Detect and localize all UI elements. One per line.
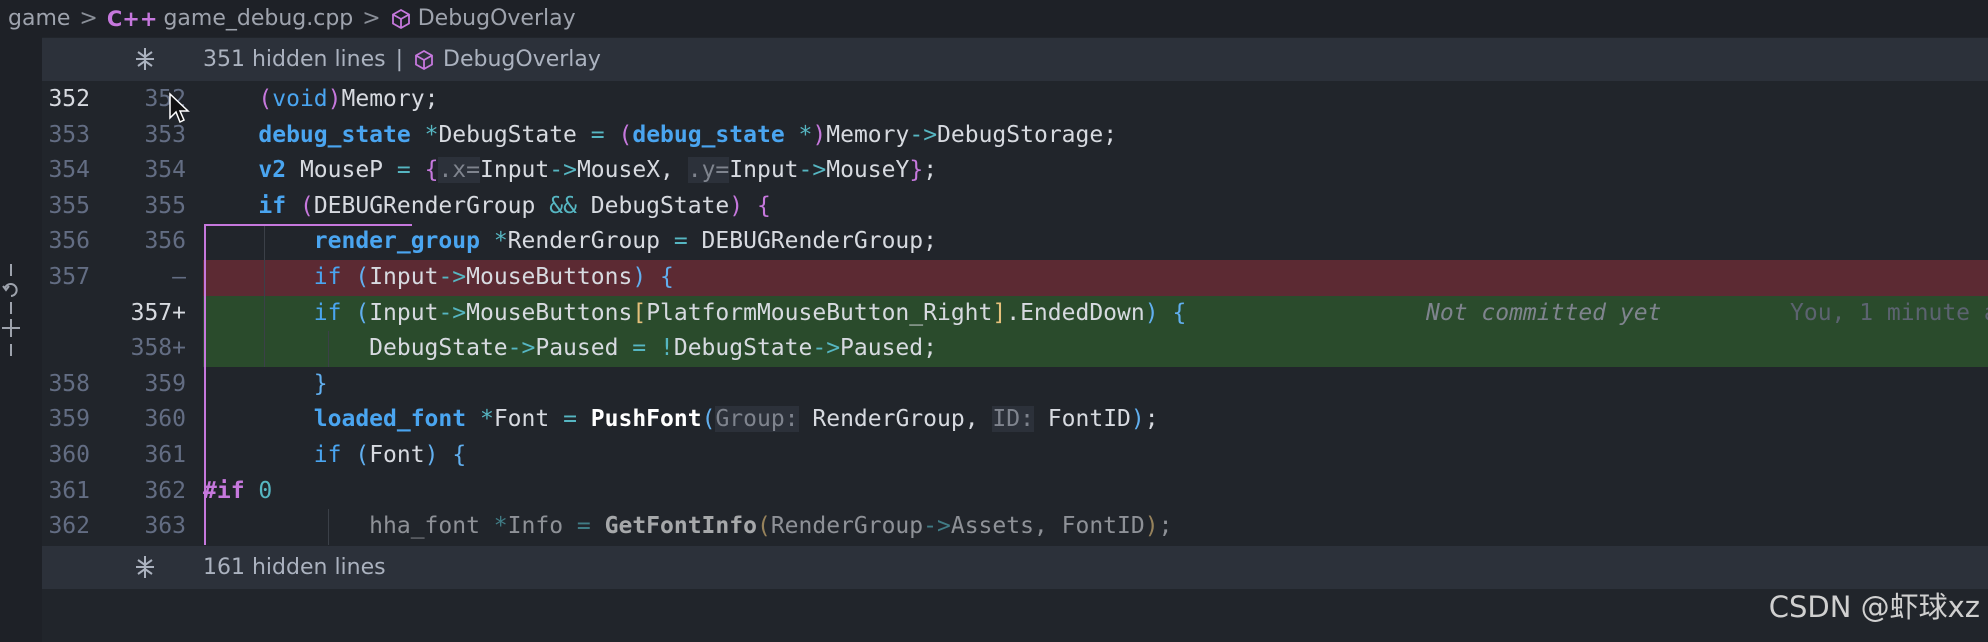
scope-highlight-bar xyxy=(204,224,206,545)
old-line-number: 356 xyxy=(48,228,90,255)
scope-highlight-bracket xyxy=(204,224,412,226)
code-line[interactable]: 353 353 debug_state *DebugState = (debug… xyxy=(42,118,1988,154)
code-line[interactable]: 356 356 render_group *RenderGroup = DEBU… xyxy=(42,224,1988,260)
added-line[interactable]: 357+ if (Input->MouseButtons[PlatformMou… xyxy=(42,295,1988,332)
code-text: DebugState->Paused = !DebugState->Paused… xyxy=(203,335,937,362)
new-line-number: 358+ xyxy=(130,335,186,362)
old-line-number: 354 xyxy=(48,157,90,184)
old-line-number: 353 xyxy=(48,121,90,148)
git-blame-status: Not committed yet xyxy=(1426,299,1662,326)
added-line[interactable]: 358+ DebugState->Paused = !DebugState->P… xyxy=(42,331,1988,367)
code-text: if (DEBUGRenderGroup && DebugState) { xyxy=(258,192,771,219)
fold-symbol: DebugOverlay xyxy=(443,47,601,72)
code-text: render_group *RenderGroup = DEBUGRenderG… xyxy=(313,228,937,255)
symbol-method-icon xyxy=(390,8,412,30)
breadcrumb-symbol[interactable]: DebugOverlay xyxy=(418,6,576,31)
code-line[interactable]: 352 352 (void)Memory; xyxy=(42,82,1988,118)
old-line-number: 362 xyxy=(48,513,90,540)
symbol-method-icon xyxy=(413,49,435,71)
old-line-number: 360 xyxy=(48,442,90,468)
indent-guide xyxy=(264,224,265,367)
code-line[interactable]: 360 361 if (Font) { xyxy=(42,438,1988,474)
code-text: if (Input->MouseButtons) { xyxy=(313,264,674,290)
hidden-lines-count: 161 hidden lines xyxy=(203,555,386,580)
code-line[interactable]: 354 354 v2 MouseP = {.x=Input->MouseX, .… xyxy=(42,153,1988,189)
code-text: } xyxy=(313,370,328,397)
breadcrumb-file[interactable]: game_debug.cpp xyxy=(163,6,353,31)
new-line-number: 360 xyxy=(144,406,186,433)
new-line-number: 361 xyxy=(144,442,186,468)
unfold-icon[interactable] xyxy=(132,554,158,580)
new-line-number: 354 xyxy=(144,157,186,184)
hidden-lines-fold-top[interactable]: 351 hidden lines | DebugOverlay xyxy=(42,38,1988,81)
new-line-number: 359 xyxy=(144,370,186,397)
indent-guide xyxy=(328,331,329,367)
indent-guide xyxy=(328,509,329,545)
code-text: if (Font) { xyxy=(313,442,467,468)
new-line-number: 363 xyxy=(144,513,186,540)
breadcrumb: game > C++ game_debug.cpp > DebugOverlay xyxy=(0,0,1988,37)
unfold-icon[interactable] xyxy=(132,46,158,72)
watermark: CSDN @虾球xz xyxy=(1768,590,1980,624)
diff-controls[interactable] xyxy=(0,262,22,362)
code-line[interactable]: 359 360 loaded_font *Font = PushFont(Gro… xyxy=(42,402,1988,438)
new-line-number: 356 xyxy=(144,228,186,255)
code-text: if (Input->MouseButtons[PlatformMouseBut… xyxy=(313,299,1187,326)
mouse-cursor-icon xyxy=(169,92,190,124)
code-text: hha_font *Info = GetFontInfo(RenderGroup… xyxy=(203,513,1173,540)
code-line[interactable]: 355 355 if (DEBUGRenderGroup && DebugSta… xyxy=(42,189,1988,225)
code-line[interactable]: 362 363 hha_font *Info = GetFontInfo(Ren… xyxy=(42,509,1988,545)
hidden-lines-fold-bottom[interactable]: 161 hidden lines xyxy=(42,546,1988,589)
old-line-number: 361 xyxy=(48,477,90,504)
old-line-number: 357 xyxy=(48,264,90,290)
chevron-right-icon: > xyxy=(79,6,98,31)
chevron-right-icon: > xyxy=(362,6,381,31)
code-line[interactable]: 361 362 #if 0 xyxy=(42,474,1988,510)
old-line-number xyxy=(42,296,90,332)
new-line-number: 355 xyxy=(144,192,186,219)
code-text: (void)Memory; xyxy=(258,86,439,112)
code-text: v2 MouseP = {.x=Input->MouseX, .y=Input-… xyxy=(258,157,938,184)
code-text: loaded_font *Font = PushFont(Group: Rend… xyxy=(313,406,1159,433)
code-text: #if 0 xyxy=(203,477,273,504)
removed-marker: — xyxy=(172,264,186,290)
code-line[interactable]: 358 359 } xyxy=(42,367,1988,403)
deleted-line[interactable]: 357 — if (Input->MouseButtons) { xyxy=(42,260,1988,296)
old-line-number: 358 xyxy=(48,370,90,397)
old-line-number: 359 xyxy=(48,406,90,433)
cpp-file-icon: C++ xyxy=(106,6,158,31)
git-blame-author: You, 1 minute ag xyxy=(1790,299,1988,326)
old-line-number: 355 xyxy=(48,192,90,219)
fold-separator: | xyxy=(395,47,404,72)
new-line-number: 362 xyxy=(144,477,186,504)
old-line-number xyxy=(42,331,90,367)
new-line-number: 357+ xyxy=(130,299,186,326)
code-text: debug_state *DebugState = (debug_state *… xyxy=(258,121,1118,148)
breadcrumb-root[interactable]: game xyxy=(8,6,70,31)
hidden-lines-count: 351 hidden lines xyxy=(203,47,386,72)
old-line-number: 352 xyxy=(48,86,90,112)
